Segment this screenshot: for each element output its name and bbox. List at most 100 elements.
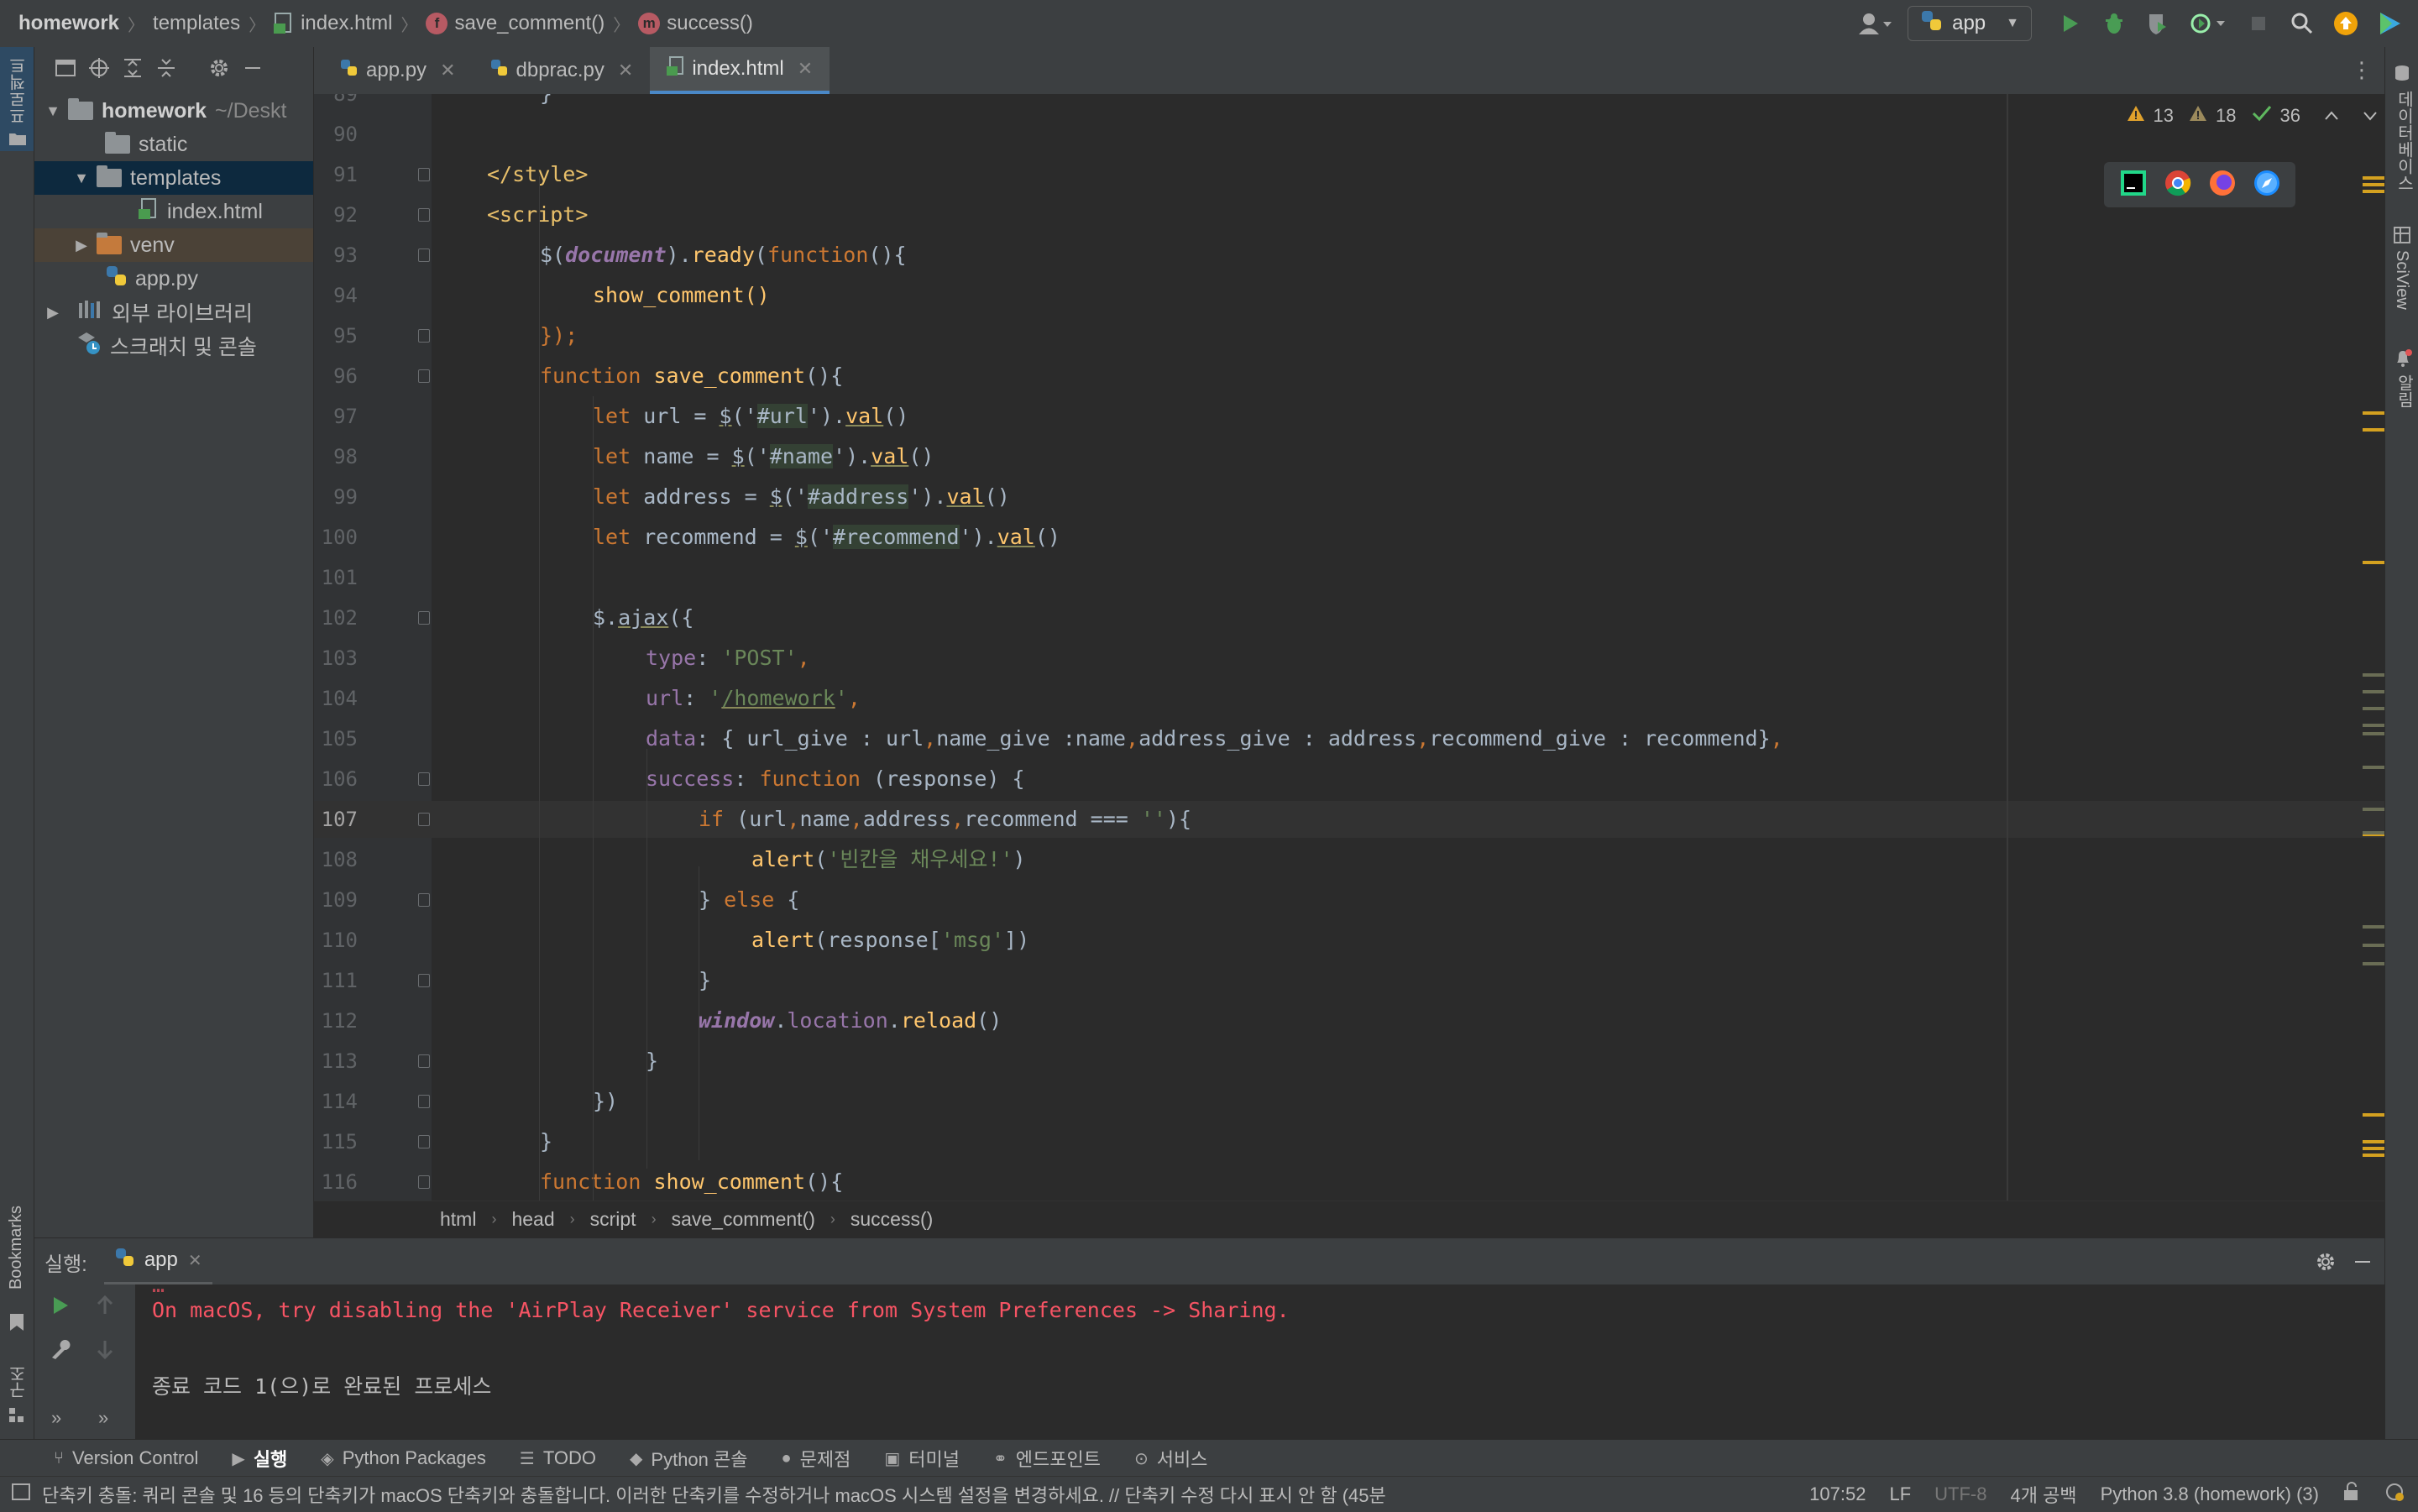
gear-icon[interactable] <box>2314 1250 2337 1279</box>
tree-root-homework[interactable]: ▼ homework ~/Deskt <box>34 94 313 128</box>
fold-marker-icon[interactable] <box>418 974 430 987</box>
error-stripe-mark[interactable] <box>2363 962 2384 965</box>
gear-icon[interactable] <box>207 56 231 86</box>
error-stripe-mark[interactable] <box>2363 808 2384 811</box>
error-stripe-mark[interactable] <box>2363 1147 2384 1150</box>
code-line[interactable]: 101 <box>314 559 2384 596</box>
error-stripe-mark[interactable] <box>2363 673 2384 677</box>
coverage-icon[interactable] <box>2139 5 2176 42</box>
tree-item-scratches[interactable]: 스크래치 및 콘솔 <box>34 329 313 363</box>
chevron-up-icon[interactable] <box>2324 105 2339 127</box>
code-line[interactable]: 111} <box>314 962 2384 999</box>
error-stripe[interactable] <box>2354 94 2384 1201</box>
error-stripe-mark[interactable] <box>2363 690 2384 693</box>
code-line[interactable]: 93 $(document).ready(function(){ <box>314 237 2384 274</box>
code-line[interactable]: 94 show_comment() <box>314 277 2384 314</box>
code-line[interactable]: 107 if (url,name,address,recommend === ''… <box>314 801 2384 838</box>
code-line[interactable]: 90 <box>314 116 2384 153</box>
tree-item-venv[interactable]: ▶ venv <box>34 228 313 262</box>
layout-toggle-icon[interactable] <box>12 1483 30 1505</box>
code-line[interactable]: 110 alert(response['msg']) <box>314 922 2384 959</box>
fold-marker-icon[interactable] <box>418 893 430 907</box>
fold-marker-icon[interactable] <box>418 1135 430 1148</box>
tree-item-external-libraries[interactable]: ▶ 외부 라이브러리 <box>34 296 313 329</box>
safari-icon[interactable] <box>2253 170 2280 201</box>
minimize-icon[interactable] <box>2353 1250 2373 1279</box>
code-line[interactable]: 99 let address = $('#address').val() <box>314 479 2384 515</box>
minimize-icon[interactable] <box>243 58 263 84</box>
more-vertical-icon[interactable]: ⋮ <box>2351 57 2373 83</box>
code-line[interactable]: 115} <box>314 1123 2384 1160</box>
tool-window-services[interactable]: ⊙ 서비스 <box>1134 1445 1208 1472</box>
tab-app-py[interactable]: app.py ✕ <box>322 47 473 94</box>
tree-item-index-html[interactable]: index.html <box>34 195 313 228</box>
project-tool-button[interactable]: 프로젝트 <box>0 47 34 151</box>
wrench-icon[interactable] <box>50 1338 71 1364</box>
error-stripe-mark[interactable] <box>2363 428 2384 432</box>
breadcrumb-file[interactable]: index.html <box>301 12 392 35</box>
search-icon[interactable] <box>2284 5 2321 42</box>
status-message[interactable]: 단축키 충돌: 쿼리 콘솔 및 16 등의 단축키가 macOS 단축키와 충돌… <box>42 1481 1385 1508</box>
fold-marker-icon[interactable] <box>418 772 430 786</box>
fold-marker-icon[interactable] <box>418 1175 430 1189</box>
editor-breadcrumb-item[interactable]: success() <box>850 1208 933 1231</box>
locate-icon[interactable] <box>88 57 110 85</box>
notifications-icon[interactable] <box>2384 1482 2405 1507</box>
error-stripe-mark[interactable] <box>2363 183 2384 186</box>
code-line[interactable]: 97 let url = $('#url').val() <box>314 398 2384 435</box>
code-line[interactable]: 116 function show_comment(){ <box>314 1164 2384 1201</box>
code-line[interactable]: 96 function save_comment(){ <box>314 358 2384 395</box>
fold-marker-icon[interactable] <box>418 1054 430 1068</box>
code-line[interactable]: 104 url: '/homework', <box>314 680 2384 717</box>
firefox-icon[interactable] <box>2209 170 2236 201</box>
tool-window-version-control[interactable]: ⑂ Version Control <box>54 1447 198 1469</box>
fold-marker-icon[interactable] <box>418 611 430 625</box>
error-stripe-mark[interactable] <box>2363 766 2384 769</box>
layout-icon[interactable] <box>55 58 76 84</box>
tree-item-app-py[interactable]: app.py <box>34 262 313 296</box>
run-console[interactable]: » » … On macOS, try disabling the 'AirPl… <box>34 1273 2384 1439</box>
user-icon[interactable] <box>1845 5 1904 42</box>
code-line[interactable]: 106 success: function (response) { <box>314 761 2384 798</box>
code-line[interactable]: 98 let name = $('#name').val() <box>314 438 2384 475</box>
notifications-tool-button[interactable]: 알림 <box>2392 374 2416 408</box>
error-stripe-mark[interactable] <box>2363 732 2384 735</box>
error-stripe-mark[interactable] <box>2363 1154 2384 1157</box>
stop-icon[interactable] <box>2240 5 2277 42</box>
close-icon[interactable]: ✕ <box>798 58 813 80</box>
expand-all-icon[interactable] <box>122 57 144 85</box>
chrome-icon[interactable] <box>2164 170 2191 201</box>
caret-position[interactable]: 107:52 <box>1809 1483 1866 1505</box>
bookmarks-tool-button[interactable]: Bookmarks <box>7 1206 26 1290</box>
code-line[interactable]: 100 let recommend = $('#recommend').val() <box>314 519 2384 556</box>
fold-marker-icon[interactable] <box>418 369 430 383</box>
error-stripe-mark[interactable] <box>2363 1140 2384 1143</box>
tool-window-python-console[interactable]: ◆ Python 콘솔 <box>630 1445 747 1472</box>
close-icon[interactable]: ✕ <box>440 60 455 81</box>
close-icon[interactable]: ✕ <box>188 1250 202 1271</box>
code-line[interactable]: 102 $.ajax({ <box>314 599 2384 636</box>
error-stripe-mark[interactable] <box>2363 944 2384 947</box>
code-line[interactable]: 91 </style> <box>314 156 2384 193</box>
tool-window-endpoints[interactable]: ⚭ 엔드포인트 <box>993 1445 1101 1472</box>
pycharm-icon[interactable] <box>2120 170 2147 201</box>
tool-window-run[interactable]: ▶ 실행 <box>232 1445 287 1472</box>
editor-breadcrumb-item[interactable]: script <box>590 1208 636 1231</box>
code-line[interactable]: 113} <box>314 1043 2384 1080</box>
code-line[interactable]: 114}) <box>314 1083 2384 1120</box>
close-icon[interactable]: ✕ <box>618 60 633 81</box>
breadcrumb-project[interactable]: homework <box>18 12 119 35</box>
update-icon[interactable] <box>2327 5 2364 42</box>
error-stripe-mark[interactable] <box>2363 561 2384 564</box>
editor-breadcrumb-item[interactable]: head <box>511 1208 554 1231</box>
code-line[interactable]: 89} <box>314 94 2384 112</box>
fold-marker-icon[interactable] <box>418 249 430 262</box>
file-encoding[interactable]: UTF-8 <box>1934 1483 1986 1505</box>
breadcrumb-folder[interactable]: templates <box>153 12 240 35</box>
code-line[interactable]: 109} else { <box>314 882 2384 918</box>
error-stripe-mark[interactable] <box>2363 831 2384 834</box>
arrow-down-icon[interactable] <box>95 1338 115 1364</box>
arrow-up-icon[interactable] <box>95 1295 115 1321</box>
breadcrumb-function[interactable]: save_comment() <box>454 12 604 35</box>
collapse-all-icon[interactable] <box>155 57 177 85</box>
